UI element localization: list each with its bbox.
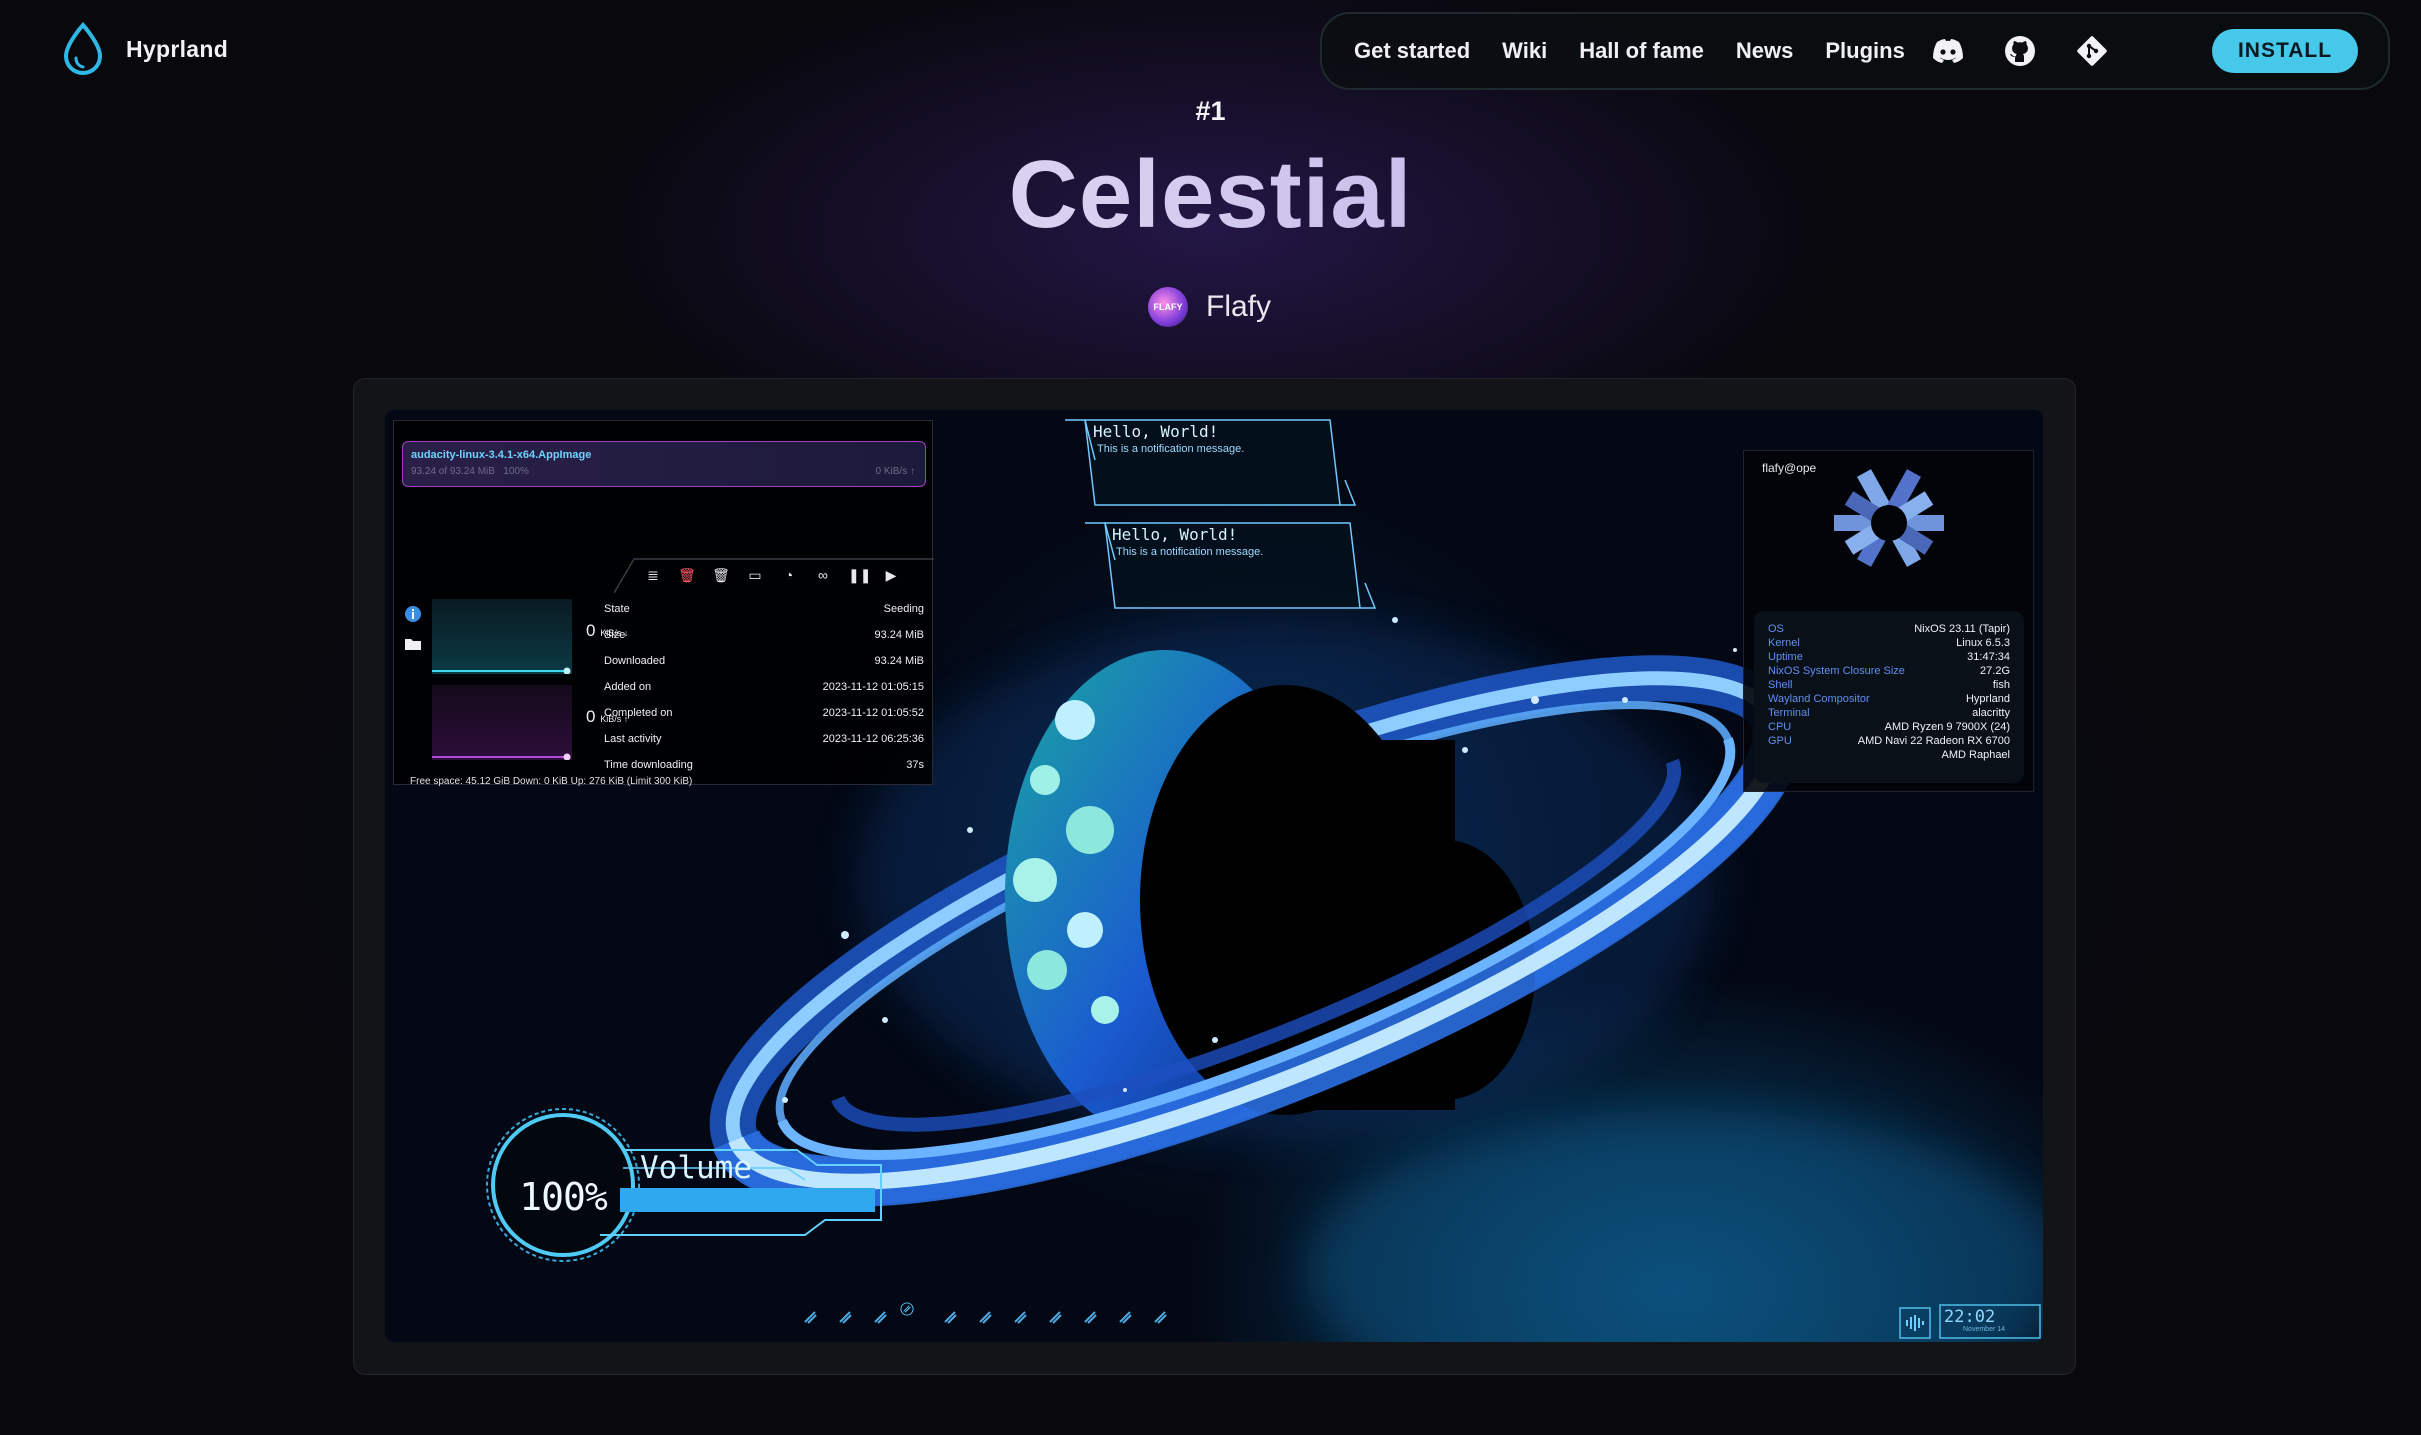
nav-wiki[interactable]: Wiki [1502,38,1547,64]
volume-percent: 100% [519,1175,608,1219]
delete-icon[interactable]: 🗑 [712,566,730,584]
notification-title: Hello, World! [1093,422,1219,441]
info-icon[interactable] [404,605,422,623]
audio-visualizer-icon [1906,1315,1924,1331]
detail-row: State Seeding [604,603,924,615]
detail-row: Added on 2023-11-12 01:05:15 [604,681,924,693]
discord-icon[interactable] [1931,34,1965,68]
nav-news[interactable]: News [1736,38,1793,64]
rank-label: #1 [1195,96,1226,126]
workspace-indicator[interactable] [803,1310,817,1324]
pause-icon[interactable]: ❚❚ [848,566,871,584]
rice-screenshot[interactable]: audacity-linux-3.4.1-x64.AppImage 93.24 … [385,410,2043,1342]
volume-label: Volume [640,1150,752,1186]
workspace-indicator[interactable] [1013,1310,1027,1324]
system-info-table: OS NixOS 23.11 (Tapir) Kernel Linux 6.5.3 … [1754,611,2024,783]
torrent-item[interactable]: audacity-linux-3.4.1-x64.AppImage 93.24 … [402,441,926,487]
clock-date: November 14 [1963,1326,2006,1333]
nav-get-started[interactable]: Get started [1354,38,1470,64]
git-icon[interactable] [2075,34,2109,68]
github-icon[interactable] [2003,34,2037,68]
page-title: Celestial [0,140,2421,250]
link-icon[interactable]: ∞ [814,566,832,584]
avatar: FLAFY [1148,287,1188,327]
notification-body: This is a notification message. [1116,546,1264,558]
detail-row: Completed on 2023-11-12 01:05:52 [604,707,924,719]
fetch-user: flafy@ope [1762,461,1817,475]
brand-name: Hyprland [126,35,229,62]
author-name: Flafy [1206,290,1272,323]
delete-data-icon[interactable]: 🗑 [678,566,696,584]
upload-graph [432,685,572,760]
brand[interactable]: Hyprland [60,22,228,76]
collapse-icon[interactable]: ≣ [644,566,662,584]
torrent-progress-text: 93.24 of 93.24 MiB 100% [411,466,529,477]
torrent-speed: 0 KiB/s ↑ [875,466,915,477]
detail-row: Last activity 2023-11-12 06:25:36 [604,733,924,745]
top-nav: Get started Wiki Hall of fame News Plugi… [1320,12,2390,90]
torrent-toolbar: ≣ 🗑 🗑 ▭ ◔ ∞ ❚❚ ▶ [634,558,934,592]
torrent-name: audacity-linux-3.4.1-x64.AppImage [411,449,592,461]
nav-hall-of-fame[interactable]: Hall of fame [1579,38,1704,64]
workspace-indicator[interactable] [1153,1310,1167,1324]
download-graph [432,599,572,674]
workspace-indicator[interactable] [1083,1310,1097,1324]
play-icon[interactable]: ▶ [882,566,900,584]
detail-row: Size 93.24 MiB [604,629,924,641]
detail-row: Time downloading 37s [604,759,924,771]
torrent-status-bar: Free space: 45.12 GiB Down: 0 KiB Up: 27… [410,776,693,787]
clock-time: 22:02 [1944,1307,1996,1327]
system-info-panel: flafy@ope OS NixOS 23.11 (Tapir) Kernel Li… [1743,450,2034,792]
workspace-indicator[interactable] [943,1310,957,1324]
author[interactable]: FLAFY Flafy [1148,287,1271,327]
nav-social-icons [1931,34,2109,68]
install-button[interactable]: INSTALL [2212,29,2358,73]
nixos-logo-icon [1834,469,1944,567]
workspace-indicator-active[interactable] [900,1302,914,1316]
detail-row: Downloaded 93.24 MiB [604,655,924,667]
folder-icon[interactable] [404,635,422,653]
workspace-indicator[interactable] [978,1310,992,1324]
notification-body: This is a notification message. [1097,443,1245,455]
torrent-widget: audacity-linux-3.4.1-x64.AppImage 93.24 … [393,420,934,787]
notification-title: Hello, World! [1112,525,1238,544]
workspace-indicator[interactable] [1048,1310,1062,1324]
workspace-indicator[interactable] [838,1310,852,1324]
speed-limit-icon[interactable]: ◔ [780,566,798,584]
workspace-indicator[interactable] [873,1310,887,1324]
nav-plugins[interactable]: Plugins [1825,38,1904,64]
folder-icon[interactable]: ▭ [746,566,764,584]
hyprland-drop-icon [63,22,103,76]
workspace-indicator[interactable] [1118,1310,1132,1324]
